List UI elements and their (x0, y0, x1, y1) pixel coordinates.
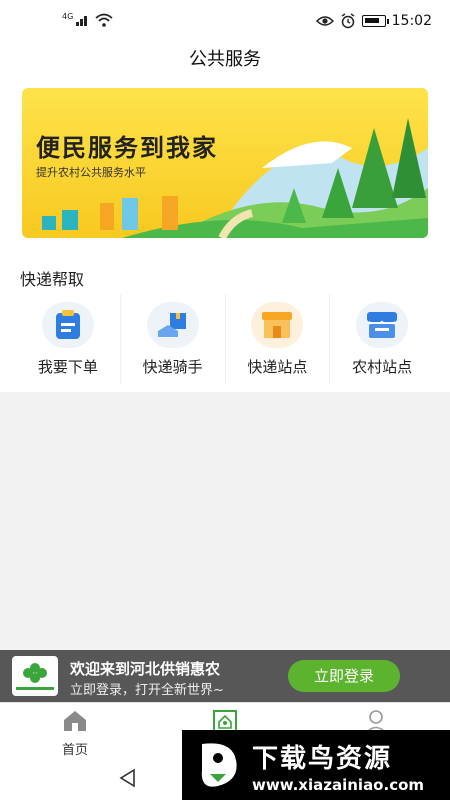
section-title: 快递帮取 (20, 270, 85, 289)
watermark-url: www.xiazainiao.com (252, 776, 425, 794)
banner[interactable]: 便民服务到我家 提升农村公共服务水平 (22, 88, 428, 238)
express-grid: 我要下单 快递骑手 快递站点 农村站点 (16, 294, 434, 384)
tab-home[interactable]: 首页 (25, 709, 125, 758)
banner-illustration (42, 118, 428, 238)
banner-title: 便民服务到我家 (36, 134, 218, 162)
grid-item-express-station[interactable]: 快递站点 (226, 294, 331, 384)
page-title: 公共服务 (189, 49, 261, 70)
watermark: 下载鸟资源 www.xiazainiao.com (182, 730, 450, 800)
express-section: 快递帮取 我要下单 快递骑手 快递站点 农村站点 (0, 258, 450, 392)
clipboard-icon (41, 302, 94, 348)
bird-logo-icon (201, 743, 237, 787)
login-prompt: 欢迎来到河北供销惠农 立即登录，打开全新世界~ 立即登录 (0, 650, 450, 702)
status-time: 15:02 (391, 13, 432, 29)
status-bar: 4G 15:02 (0, 0, 450, 42)
status-left: 4G (62, 11, 113, 27)
status-right: 15:02 (315, 13, 432, 29)
grid-item-rural-station[interactable]: 农村站点 (330, 294, 434, 384)
login-subtitle: 立即登录，打开全新世界~ (70, 683, 224, 698)
home-icon (64, 711, 86, 731)
grid-label: 快递站点 (247, 358, 308, 376)
banner-section: 便民服务到我家 提升农村公共服务水平 (0, 78, 450, 258)
grid-item-place-order[interactable]: 我要下单 (16, 294, 121, 384)
grid-label: 我要下单 (37, 358, 98, 376)
signal-icon (76, 16, 88, 26)
battery-icon (361, 15, 389, 27)
battery-fill (364, 18, 379, 23)
wifi-icon (95, 13, 113, 27)
grid-label: 农村站点 (352, 358, 413, 376)
back-triangle-icon[interactable] (118, 768, 138, 788)
store-icon (251, 302, 304, 348)
shop-icon (356, 302, 409, 348)
alarm-icon (341, 13, 355, 29)
banner-subtitle: 提升农村公共服务水平 (36, 166, 146, 179)
header: 公共服务 (0, 42, 450, 78)
grid-label: 快递骑手 (142, 358, 203, 376)
network-label: 4G (62, 11, 74, 21)
watermark-title: 下载鸟资源 (252, 744, 393, 774)
login-button[interactable]: 立即登录 (288, 660, 400, 692)
courier-icon (146, 302, 199, 348)
eye-icon (315, 16, 334, 26)
grid-item-courier[interactable]: 快递骑手 (121, 294, 226, 384)
tab-label: 首页 (61, 743, 88, 758)
coop-logo (12, 656, 58, 696)
login-title: 欢迎来到河北供销惠农 (70, 660, 221, 678)
